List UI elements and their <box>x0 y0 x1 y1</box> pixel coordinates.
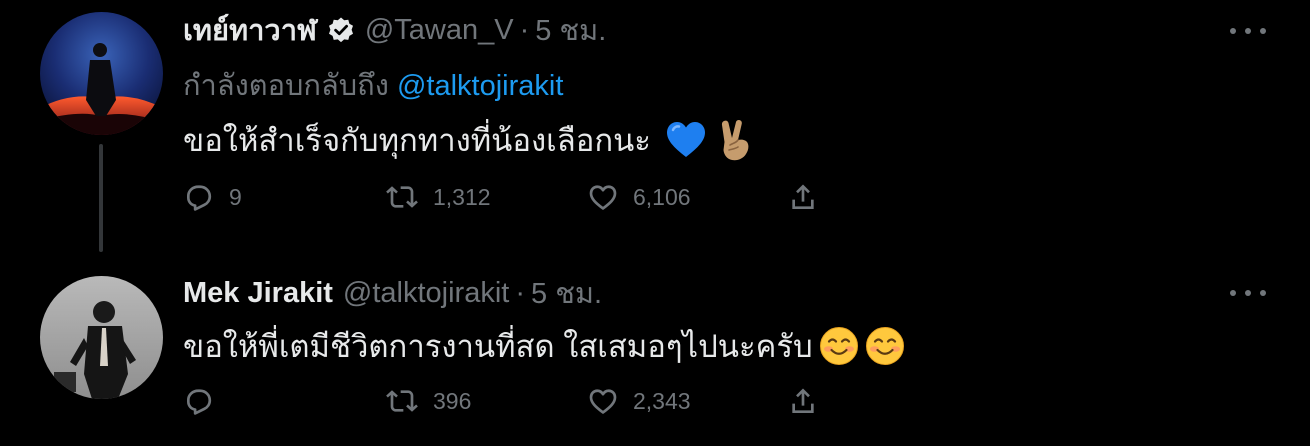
avatar[interactable] <box>40 276 163 399</box>
user-handle[interactable]: @talktojirakit <box>343 277 509 310</box>
blue-heart-icon <box>665 120 707 160</box>
replying-to-label: กำลังตอบกลับถึง <box>183 70 389 102</box>
retweet-icon <box>386 186 418 208</box>
retweet-button[interactable]: 1,312 <box>385 177 491 217</box>
user-handle[interactable]: @Tawan_V <box>365 14 514 47</box>
tweet-body: ขอให้สำเร็จกับทุกทางที่น้องเลือกนะ <box>183 123 651 158</box>
reply-icon <box>187 185 212 211</box>
retweet-icon <box>386 390 418 412</box>
like-count: 2,343 <box>633 387 691 414</box>
heart-icon <box>589 389 617 414</box>
share-icon <box>792 388 814 413</box>
tweet-header: Mek Jirakit @talktojirakit · 5 ชม. <box>183 273 602 313</box>
tweet-header: เทย์ทาวาฬ @Tawan_V · 5 ชม. <box>183 10 606 50</box>
retweet-count: 396 <box>433 387 472 414</box>
tweet-text: ขอให้พี่เตมีชีวิตการงานที่สด ใสเสมอๆไปนะ… <box>183 324 905 368</box>
reply-button[interactable] <box>183 381 215 421</box>
avatar[interactable] <box>40 12 163 135</box>
share-icon <box>792 184 814 209</box>
smiling-face-icon <box>865 326 905 366</box>
tweet-text: ขอให้สำเร็จกับทุกทางที่น้องเลือกนะ <box>183 118 753 162</box>
tweet-actions: 9 1,312 6,106 <box>183 177 843 217</box>
like-count: 6,106 <box>633 183 691 210</box>
timestamp[interactable]: 5 ชม. <box>531 270 602 316</box>
timestamp[interactable]: 5 ชม. <box>535 7 606 53</box>
retweet-count: 1,312 <box>433 183 491 210</box>
separator-dot: · <box>515 276 526 309</box>
tweet[interactable]: เทย์ทาวาฬ @Tawan_V · 5 ชม. กำลังตอบกลับถ… <box>0 0 1310 262</box>
heart-icon <box>589 185 617 210</box>
display-name[interactable]: เทย์ทาวาฬ <box>183 7 317 53</box>
tweet[interactable]: Mek Jirakit @talktojirakit · 5 ชม. ขอให้… <box>0 262 1310 446</box>
reply-icon <box>187 389 212 415</box>
tweet-actions: 396 2,343 <box>183 381 843 421</box>
reply-count: 9 <box>229 183 242 210</box>
verified-badge-icon <box>327 16 355 44</box>
more-options-icon[interactable] <box>1230 286 1266 300</box>
like-button[interactable]: 6,106 <box>587 177 691 217</box>
more-options-icon[interactable] <box>1230 24 1266 38</box>
retweet-button[interactable]: 396 <box>385 381 471 421</box>
separator-dot: · <box>519 13 530 46</box>
victory-hand-icon <box>717 118 753 162</box>
share-button[interactable] <box>787 177 819 217</box>
smiling-face-icon <box>819 326 859 366</box>
reply-thread: เทย์ทาวาฬ @Tawan_V · 5 ชม. กำลังตอบกลับถ… <box>0 0 1310 446</box>
tweet-body: ขอให้พี่เตมีชีวิตการงานที่สด ใสเสมอๆไปนะ… <box>183 329 813 364</box>
display-name[interactable]: Mek Jirakit <box>183 277 333 310</box>
replying-to: กำลังตอบกลับถึง @talktojirakit <box>183 62 563 108</box>
reply-button[interactable]: 9 <box>183 177 242 217</box>
share-button[interactable] <box>787 381 819 421</box>
replying-to-mention-link[interactable]: @talktojirakit <box>397 70 563 102</box>
thread-connector-line <box>99 144 103 252</box>
like-button[interactable]: 2,343 <box>587 381 691 421</box>
